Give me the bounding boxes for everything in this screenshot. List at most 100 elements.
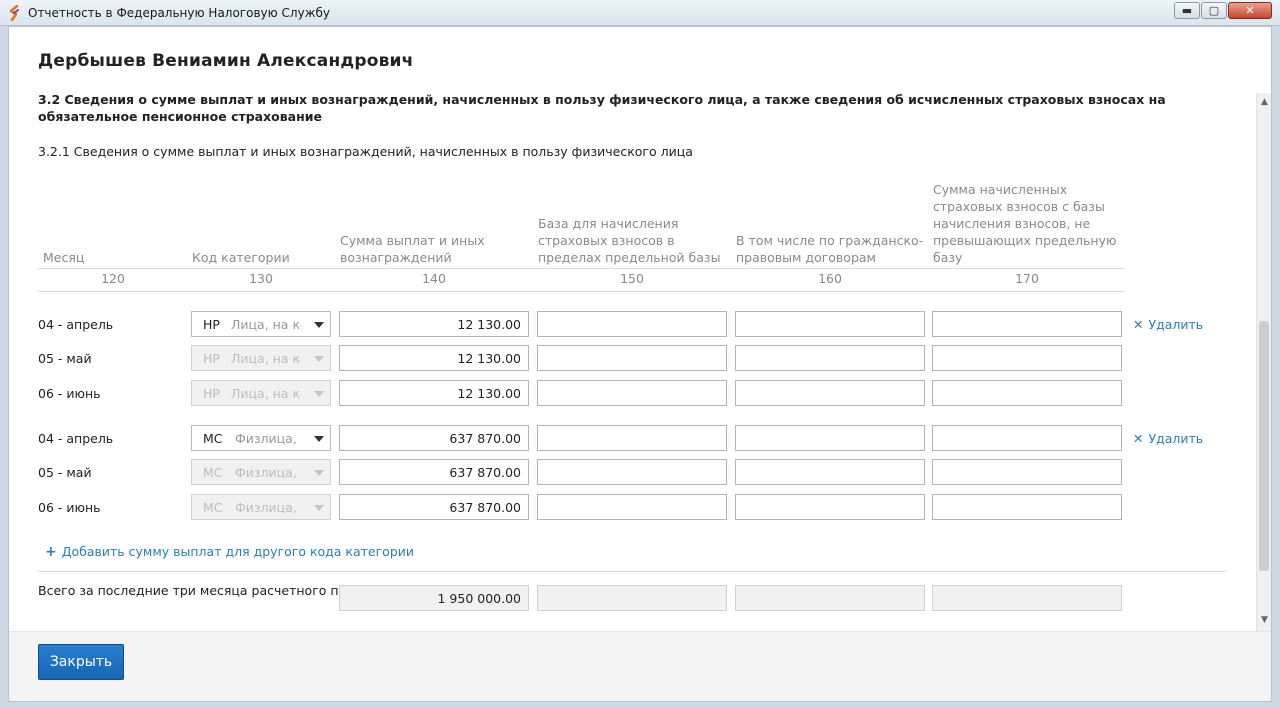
base-input[interactable] xyxy=(537,380,727,406)
total-amount-field: 1 950 000.00 xyxy=(339,585,529,611)
window-titlebar: Отчетность в Федеральную Налоговую Служб… xyxy=(0,0,1280,26)
subsection-title: 3.2.1 Сведения о сумме выплат и иных воз… xyxy=(38,144,693,159)
row-month: 04 - апрель xyxy=(38,431,114,446)
col-header-month: Месяц xyxy=(43,250,85,265)
category-description: Физлица, с xyxy=(235,465,299,480)
category-description: Лица, на кото xyxy=(231,351,301,366)
col-num-contributions: 170 xyxy=(1015,271,1039,286)
scroll-down-icon[interactable]: ▼ xyxy=(1259,615,1270,626)
row-month: 04 - апрель xyxy=(38,317,114,332)
total-civil-contracts-field xyxy=(735,585,925,611)
row-month: 05 - май xyxy=(38,465,92,480)
close-icon: ✕ xyxy=(1133,317,1144,332)
delete-label: Удалить xyxy=(1148,431,1204,446)
window-controls: ▬ ▢ ✕ xyxy=(1174,2,1272,19)
plus-icon: + xyxy=(45,544,57,560)
category-select: МС Физлица, с xyxy=(191,459,331,485)
app-logo-icon xyxy=(9,5,19,21)
category-code: НР xyxy=(203,386,220,401)
amount-input[interactable]: 12 130.00 xyxy=(339,380,529,406)
base-input[interactable] xyxy=(537,345,727,371)
category-code: МС xyxy=(203,465,223,480)
col-num-month: 120 xyxy=(101,271,125,286)
civil-contracts-input[interactable] xyxy=(735,311,925,337)
col-header-amount: Сумма выплат и иных вознаграждений xyxy=(340,233,485,265)
maximize-button[interactable]: ▢ xyxy=(1201,2,1227,19)
category-code: МС xyxy=(203,500,223,515)
scrollbar-thumb[interactable] xyxy=(1259,321,1269,571)
dialog-window: Дербышев Вениамин Александрович 3.2 Свед… xyxy=(8,26,1272,702)
col-header-contributions: Сумма начисленных страховых взносов с ба… xyxy=(933,182,1117,265)
category-description: Физлица, с xyxy=(235,500,299,515)
amount-input[interactable]: 12 130.00 xyxy=(339,345,529,371)
base-input[interactable] xyxy=(537,459,727,485)
col-header-category: Код категории xyxy=(192,250,290,265)
add-category-link[interactable]: + Добавить сумму выплат для другого кода … xyxy=(45,544,414,560)
civil-contracts-input[interactable] xyxy=(735,380,925,406)
category-select: НР Лица, на кото xyxy=(191,345,331,371)
category-select: МС Физлица, с xyxy=(191,494,331,520)
chevron-down-icon xyxy=(314,436,324,442)
category-select[interactable]: МС Физлица, с xyxy=(191,425,331,451)
chevron-down-icon xyxy=(314,505,324,511)
section-title: 3.2 Сведения о сумме выплат и иных возна… xyxy=(38,93,1166,124)
base-input[interactable] xyxy=(537,494,727,520)
civil-contracts-input[interactable] xyxy=(735,494,925,520)
chevron-down-icon xyxy=(314,322,324,328)
category-code: НР xyxy=(203,351,220,366)
category-description: Лица, на кото xyxy=(231,386,301,401)
row-month: 06 - июнь xyxy=(38,500,101,515)
col-num-base: 150 xyxy=(620,271,644,286)
category-select[interactable]: НР Лица, на кото xyxy=(191,311,331,337)
category-code: НР xyxy=(203,317,220,332)
vertical-scrollbar[interactable]: ▲ ▼ xyxy=(1256,93,1271,631)
row-month: 06 - июнь xyxy=(38,386,101,401)
contributions-input[interactable] xyxy=(932,425,1122,451)
chevron-down-icon xyxy=(314,391,324,397)
col-num-category: 130 xyxy=(249,271,273,286)
header-bottom-divider xyxy=(38,291,1125,292)
total-contributions-field xyxy=(932,585,1122,611)
category-description: Лица, на кото xyxy=(231,317,301,332)
form-content: 3.2 Сведения о сумме выплат и иных возна… xyxy=(9,93,1255,631)
amount-input[interactable]: 637 870.00 xyxy=(339,459,529,485)
scroll-up-icon[interactable]: ▲ xyxy=(1259,97,1270,108)
contributions-input[interactable] xyxy=(932,311,1122,337)
total-label: Всего за последние три месяца расчетного… xyxy=(38,583,387,598)
dialog-header: Дербышев Вениамин Александрович xyxy=(9,27,1271,93)
total-divider xyxy=(38,571,1226,572)
chevron-down-icon xyxy=(314,356,324,362)
base-input[interactable] xyxy=(537,425,727,451)
minimize-button[interactable]: ▬ xyxy=(1174,2,1200,19)
window-title: Отчетность в Федеральную Налоговую Служб… xyxy=(28,6,331,20)
amount-input[interactable]: 12 130.00 xyxy=(339,311,529,337)
category-code: МС xyxy=(203,431,223,446)
total-base-field xyxy=(537,585,727,611)
contributions-input[interactable] xyxy=(932,380,1122,406)
contributions-input[interactable] xyxy=(932,345,1122,371)
base-input[interactable] xyxy=(537,311,727,337)
row-month: 05 - май xyxy=(38,351,92,366)
dialog-footer: Закрыть xyxy=(9,631,1271,701)
delete-group-button[interactable]: ✕ Удалить xyxy=(1133,317,1203,332)
civil-contracts-input[interactable] xyxy=(735,425,925,451)
amount-input[interactable]: 637 870.00 xyxy=(339,494,529,520)
person-name: Дербышев Вениамин Александрович xyxy=(38,51,414,71)
header-divider xyxy=(38,268,1125,269)
col-header-base: База для начисления страховых взносов в … xyxy=(538,216,721,265)
col-num-amount: 140 xyxy=(422,271,446,286)
civil-contracts-input[interactable] xyxy=(735,345,925,371)
category-description: Физлица, с xyxy=(235,431,299,446)
category-select: НР Лица, на кото xyxy=(191,380,331,406)
delete-group-button[interactable]: ✕ Удалить xyxy=(1133,431,1203,446)
add-category-label: Добавить сумму выплат для другого кода к… xyxy=(61,544,414,559)
amount-input[interactable]: 637 870.00 xyxy=(339,425,529,451)
close-window-button[interactable]: ✕ xyxy=(1228,2,1272,19)
close-button[interactable]: Закрыть xyxy=(38,644,124,680)
contributions-input[interactable] xyxy=(932,459,1122,485)
col-header-civil-contracts: В том числе по гражданско-правовым догов… xyxy=(736,233,924,265)
contributions-input[interactable] xyxy=(932,494,1122,520)
col-num-civil-contracts: 160 xyxy=(818,271,842,286)
chevron-down-icon xyxy=(314,470,324,476)
civil-contracts-input[interactable] xyxy=(735,459,925,485)
